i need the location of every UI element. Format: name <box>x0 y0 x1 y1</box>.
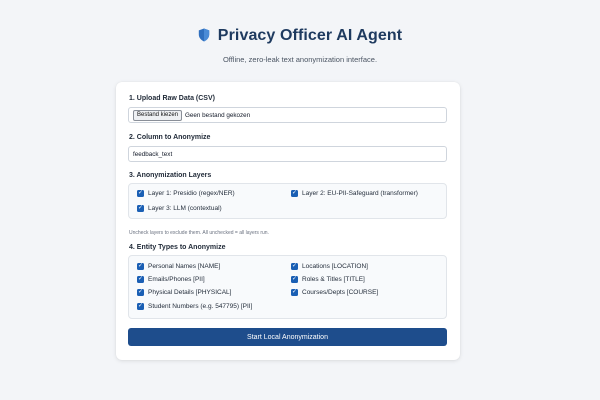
layer-option-presidio[interactable]: ✓ Layer 1: Presidio (regex/NER) <box>137 190 235 197</box>
shield-icon <box>198 28 209 42</box>
checkbox-checked-icon[interactable]: ✓ <box>137 190 144 197</box>
entity-option-label: Physical Details [PHYSICAL] <box>148 289 232 296</box>
page-title: Privacy Officer AI Agent <box>217 27 403 44</box>
entity-option-name[interactable]: ✓ Personal Names [NAME] <box>137 263 220 270</box>
layer-option-eu-pii-safeguard[interactable]: ✓ Layer 2: EU-PII-Safeguard (transformer… <box>291 190 418 197</box>
layer-option-label: Layer 3: LLM (contextual) <box>148 205 222 212</box>
checkbox-checked-icon[interactable]: ✓ <box>137 276 144 283</box>
checkbox-checked-icon[interactable]: ✓ <box>291 276 298 283</box>
entity-option-label: Student Numbers (e.g. 547795) [PII] <box>148 303 253 310</box>
entity-option-label: Roles & Titles [TITLE] <box>302 276 365 283</box>
layer-option-llm[interactable]: ✓ Layer 3: LLM (contextual) <box>137 205 222 212</box>
choose-file-button[interactable]: Bestand kiezen <box>133 109 183 121</box>
layers-group: ✓ Layer 1: Presidio (regex/NER) ✓ Layer … <box>128 183 447 219</box>
entity-option-student-number[interactable]: ✓ Student Numbers (e.g. 547795) [PII] <box>137 303 252 310</box>
file-upload-input[interactable]: Bestand kiezen Geen bestand gekozen <box>128 107 447 123</box>
column-section-label: 2. Column to Anonymize <box>129 134 211 141</box>
entity-option-label: Emails/Phones [PII] <box>148 276 205 283</box>
checkbox-checked-icon[interactable]: ✓ <box>291 263 298 270</box>
page-header: Privacy Officer AI Agent <box>0 27 600 45</box>
entity-option-physical[interactable]: ✓ Physical Details [PHYSICAL] <box>137 289 231 296</box>
anonymization-form-card: 1. Upload Raw Data (CSV) Bestand kiezen … <box>116 82 460 360</box>
entity-option-label: Personal Names [NAME] <box>148 263 221 270</box>
page-subtitle: Offline, zero-leak text anonymization in… <box>222 55 378 64</box>
file-status-text: Geen bestand gekozen <box>185 111 251 119</box>
entities-group: ✓ Personal Names [NAME] ✓ Locations [LOC… <box>128 255 447 319</box>
checkbox-checked-icon[interactable]: ✓ <box>291 190 298 197</box>
entity-option-location[interactable]: ✓ Locations [LOCATION] <box>291 263 368 270</box>
checkbox-checked-icon[interactable]: ✓ <box>137 289 144 296</box>
entity-option-title[interactable]: ✓ Roles & Titles [TITLE] <box>291 276 365 283</box>
layer-option-label: Layer 1: Presidio (regex/NER) <box>148 190 235 197</box>
entity-option-pii[interactable]: ✓ Emails/Phones [PII] <box>137 276 205 283</box>
entity-option-label: Locations [LOCATION] <box>302 263 368 270</box>
layers-section-label: 3. Anonymization Layers <box>129 172 212 179</box>
checkbox-checked-icon[interactable]: ✓ <box>137 205 144 212</box>
checkbox-checked-icon[interactable]: ✓ <box>137 263 144 270</box>
checkbox-checked-icon[interactable]: ✓ <box>291 289 298 296</box>
start-anonymization-button[interactable]: Start Local Anonymization <box>128 328 447 346</box>
entity-option-label: Courses/Depts [COURSE] <box>302 289 379 296</box>
upload-section-label: 1. Upload Raw Data (CSV) <box>129 95 215 102</box>
layers-help-note: Uncheck layers to exclude them. All unch… <box>129 230 269 236</box>
entity-option-course[interactable]: ✓ Courses/Depts [COURSE] <box>291 289 378 296</box>
column-name-input[interactable]: feedback_text <box>128 146 447 162</box>
checkbox-checked-icon[interactable]: ✓ <box>137 303 144 310</box>
entities-section-label: 4. Entity Types to Anonymize <box>129 244 226 251</box>
layer-option-label: Layer 2: EU-PII-Safeguard (transformer) <box>302 190 418 197</box>
